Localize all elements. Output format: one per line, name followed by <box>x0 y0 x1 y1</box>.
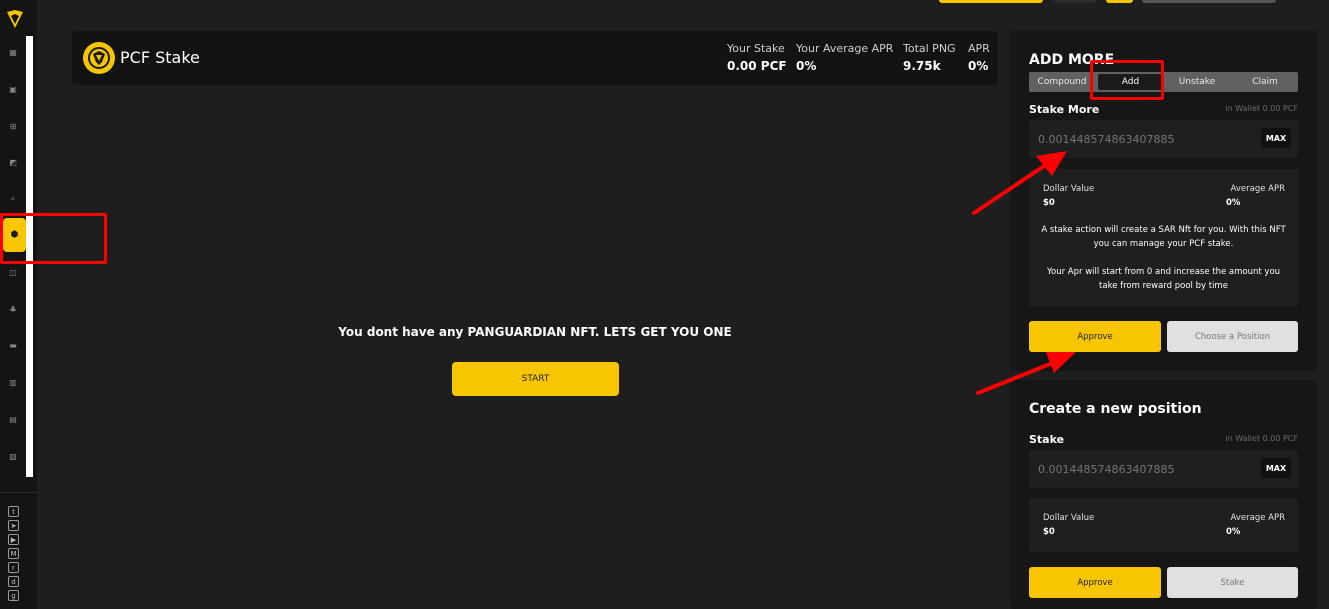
stake-more-input-box: MAX <box>1029 120 1298 158</box>
medium-icon[interactable]: M <box>8 548 19 559</box>
stake-input[interactable] <box>1038 460 1258 478</box>
wallet-balance: in Wallet 0.00 PCF <box>1225 434 1298 443</box>
search-icon[interactable]: ⌕ <box>4 190 22 208</box>
max-button[interactable]: MAX <box>1261 458 1291 478</box>
stat-label: Total PNG <box>903 42 956 55</box>
cart-icon[interactable]: ⊞ <box>4 117 22 135</box>
stake-info-box: Dollar Value $0 Average APR 0% A stake a… <box>1029 169 1298 307</box>
card-icon[interactable]: ▤ <box>4 410 22 428</box>
average-apr-value: 0% <box>1226 527 1241 537</box>
app-logo[interactable] <box>5 9 25 29</box>
tab-unstake[interactable]: Unstake <box>1165 72 1229 92</box>
stat-total-png: Total PNG 9.75k <box>903 42 956 73</box>
dollar-value-label: Dollar Value <box>1043 184 1095 194</box>
youtube-icon[interactable]: ▶ <box>8 534 19 545</box>
toolbar-token-button[interactable] <box>1106 0 1133 3</box>
sidebar: ▦ ▣ ⊞ ◩ ⌕ ⬢ ◫ ♣ ▬ ▥ ▤ ▧ t ➤ ▶ M r d g <box>0 0 37 609</box>
github-icon[interactable]: g <box>8 590 19 601</box>
stat-apr: APR 0% <box>968 42 990 73</box>
dollar-value: $0 <box>1043 198 1055 208</box>
stat-value: 9.75k <box>903 59 941 73</box>
reddit-icon[interactable]: r <box>8 562 19 573</box>
stake-label: Stake <box>1029 433 1065 446</box>
chart-icon[interactable]: ◩ <box>4 153 22 171</box>
stat-value: 0% <box>968 59 989 73</box>
stake-more-label: Stake More <box>1029 103 1100 116</box>
gift-icon[interactable]: ◫ <box>4 263 22 281</box>
stat-label: Your Stake <box>727 42 785 55</box>
stake-note: A stake action will create a SAR Nft for… <box>1041 225 1286 249</box>
average-apr-value: 0% <box>1226 198 1241 208</box>
empty-state-message: You dont have any PANGUARDIAN NFT. LETS … <box>338 325 732 339</box>
tab-claim[interactable]: Claim <box>1232 72 1298 92</box>
toolbar-wallet-button[interactable] <box>1142 0 1276 3</box>
bank-icon[interactable]: ▬ <box>4 336 22 354</box>
stat-label: Your Average APR <box>796 42 894 55</box>
stat-average-apr: Your Average APR 0% <box>796 42 893 73</box>
dollar-value: $0 <box>1043 527 1055 537</box>
stat-value: 0.00 PCF <box>727 59 787 73</box>
page-title: PCF Stake <box>120 48 200 67</box>
stake-input-box: MAX <box>1029 450 1298 488</box>
stat-your-stake: Your Stake 0.00 PCF <box>727 42 787 73</box>
choose-position-button[interactable]: Choose a Position <box>1167 321 1298 352</box>
lab-icon[interactable]: ▧ <box>4 447 22 465</box>
calendar-icon[interactable]: ▣ <box>4 80 22 98</box>
telegram-icon[interactable]: ➤ <box>8 520 19 531</box>
dashboard-icon[interactable]: ▦ <box>4 43 22 61</box>
stat-label: APR <box>968 42 990 55</box>
app-root: ▦ ▣ ⊞ ◩ ⌕ ⬢ ◫ ♣ ▬ ▥ ▤ ▧ t ➤ ▶ M r d g PC… <box>0 0 1329 609</box>
pcf-logo-icon <box>83 42 115 74</box>
twitter-icon[interactable]: t <box>8 506 19 517</box>
approve-button[interactable]: Approve <box>1029 321 1161 352</box>
stat-value: 0% <box>796 59 817 73</box>
highlight-box-add-tab <box>1090 60 1164 100</box>
stake-more-input[interactable] <box>1038 130 1258 148</box>
new-position-panel: Create a new position Stake in Wallet 0.… <box>1010 380 1317 609</box>
max-button[interactable]: MAX <box>1261 128 1291 148</box>
discord-icon[interactable]: d <box>8 576 19 587</box>
new-position-title: Create a new position <box>1029 401 1202 417</box>
dollar-value-label: Dollar Value <box>1043 513 1095 523</box>
average-apr-label: Average APR <box>1230 513 1285 523</box>
stake-button[interactable]: Stake <box>1167 567 1298 598</box>
apr-note: Your Apr will start from 0 and increase … <box>1046 267 1281 291</box>
stake-header: PCF Stake Your Stake 0.00 PCF Your Avera… <box>72 31 998 85</box>
start-button[interactable]: START <box>452 362 619 396</box>
approve-button[interactable]: Approve <box>1029 567 1161 598</box>
sidebar-divider <box>0 492 37 493</box>
toolbar-connect-button[interactable] <box>939 0 1043 3</box>
toolbar-network-button[interactable] <box>1053 0 1097 3</box>
highlight-box-sidebar <box>0 213 107 264</box>
position-info-box: Dollar Value $0 Average APR 0% <box>1029 498 1298 552</box>
wallet-balance: in Wallet 0.00 PCF <box>1225 104 1298 113</box>
building-icon[interactable]: ▥ <box>4 373 22 391</box>
average-apr-label: Average APR <box>1230 184 1285 194</box>
tab-compound[interactable]: Compound <box>1029 72 1095 92</box>
tree-icon[interactable]: ♣ <box>4 300 22 318</box>
